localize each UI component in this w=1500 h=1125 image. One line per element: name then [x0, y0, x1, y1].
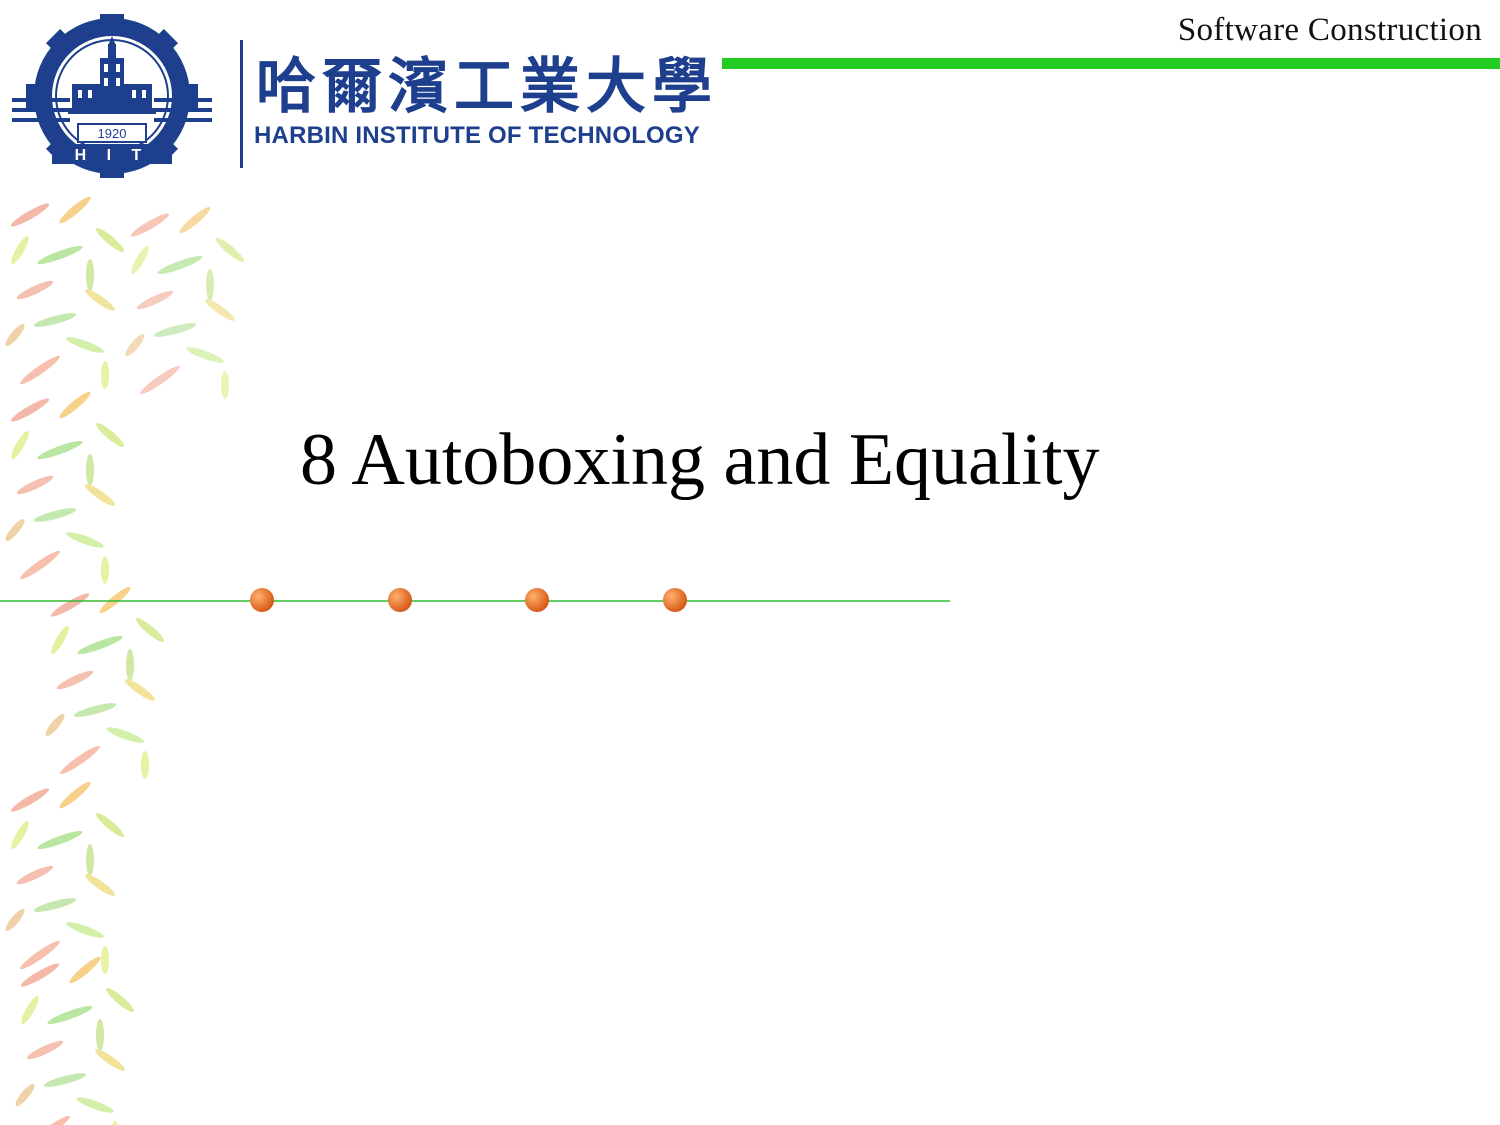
university-logo: 1920 H I T 哈爾濱工業大學 HARBIN INSTITUTE OF T…	[12, 14, 712, 184]
divider-dot	[663, 588, 687, 612]
slide-title: 8 Autoboxing and Equality	[300, 419, 1100, 501]
emblem-year: 1920	[98, 126, 127, 141]
university-name-chinese: 哈爾濱工業大學	[256, 52, 718, 122]
university-name-english: HARBIN INSTITUTE OF TECHNOLOGY	[254, 122, 700, 149]
divider-dot	[525, 588, 549, 612]
logo-divider	[240, 40, 243, 168]
emblem-letters: H I T	[75, 147, 150, 164]
course-label: Software Construction	[1177, 12, 1482, 48]
divider-dot	[388, 588, 412, 612]
leaf-pattern-decoration	[2, 195, 247, 1125]
hit-emblem-icon: 1920 H I T	[12, 14, 212, 178]
header-accent-bar	[722, 58, 1500, 69]
bullet-divider	[0, 588, 950, 612]
divider-dot	[250, 588, 274, 612]
